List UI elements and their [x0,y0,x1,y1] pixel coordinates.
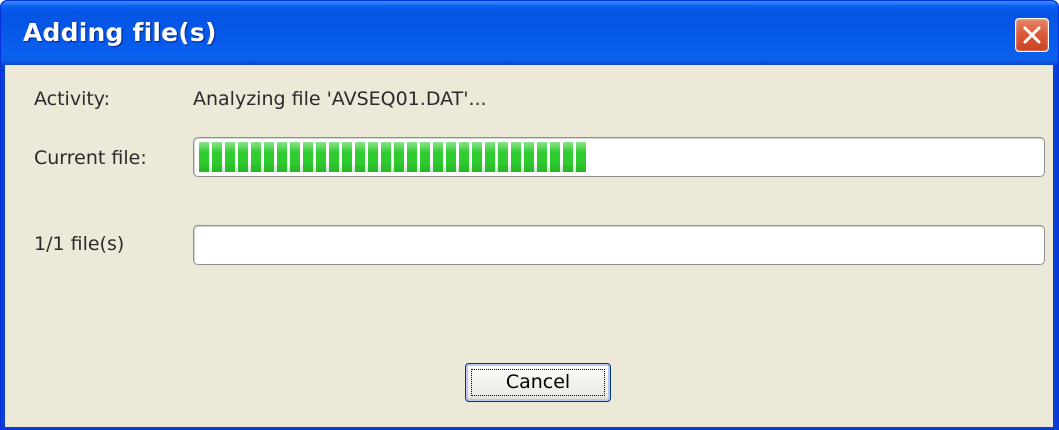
activity-label: Activity: [34,88,111,110]
total-files-progress-bar [193,225,1045,265]
title-bar[interactable]: Adding file(s) [1,1,1058,65]
current-file-progress-bar [193,137,1045,177]
current-file-label: Current file: [34,147,147,169]
total-files-label: 1/1 file(s) [34,233,125,255]
activity-value: Analyzing file 'AVSEQ01.DAT'... [193,88,487,110]
cancel-button[interactable]: Cancel [465,363,611,402]
close-button[interactable] [1015,18,1049,52]
cancel-button-label: Cancel [505,371,571,393]
dialog-body: Activity: Analyzing file 'AVSEQ01.DAT'..… [5,65,1053,427]
window-title: Adding file(s) [23,18,217,47]
adding-files-dialog: Adding file(s) Activity: Analyzing file … [0,0,1059,430]
close-icon [1023,26,1041,44]
current-file-progress-fill [199,142,586,172]
